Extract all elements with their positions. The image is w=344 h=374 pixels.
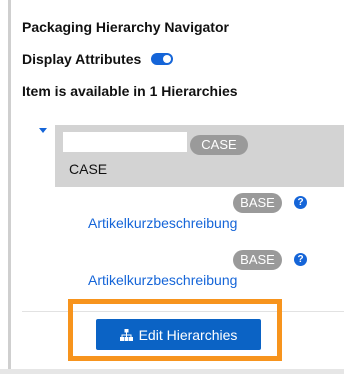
base-item-link[interactable]: Artikelkurzbeschreibung — [88, 272, 237, 288]
case-node-name: CASE — [69, 161, 108, 177]
base-badge: BASE — [233, 193, 282, 213]
base-item-link[interactable]: Artikelkurzbeschreibung — [88, 215, 237, 231]
case-name-field — [63, 132, 187, 152]
display-attributes-toggle[interactable] — [151, 53, 174, 65]
display-attributes-row: Display Attributes — [22, 51, 174, 67]
panel-title: Packaging Hierarchy Navigator — [22, 19, 229, 35]
availability-text: Item is available in 1 Hierarchies — [22, 83, 238, 99]
toggle-knob — [163, 55, 172, 63]
base-name-field — [76, 192, 220, 212]
base-badge: BASE — [233, 250, 282, 270]
tree-node-base: BASE ? Artikelkurzbeschreibung — [76, 188, 344, 240]
hierarchy-tree: CASE CASE BASE ? Artikelkurzbeschreibung… — [22, 112, 344, 312]
left-border — [8, 0, 11, 374]
edit-hierarchies-button[interactable]: Edit Hierarchies — [96, 319, 261, 350]
question-icon[interactable]: ? — [294, 196, 307, 209]
question-icon[interactable]: ? — [294, 253, 307, 266]
tree-node-base: BASE ? Artikelkurzbeschreibung — [88, 245, 344, 297]
case-badge: CASE — [190, 135, 248, 155]
edit-hierarchies-label: Edit Hierarchies — [138, 326, 238, 343]
hierarchy-icon — [119, 328, 133, 341]
caret-down-icon[interactable] — [39, 128, 47, 133]
display-attributes-label: Display Attributes — [22, 51, 142, 67]
footer-bar — [0, 369, 344, 374]
tree-node-case[interactable]: CASE CASE — [55, 125, 344, 187]
